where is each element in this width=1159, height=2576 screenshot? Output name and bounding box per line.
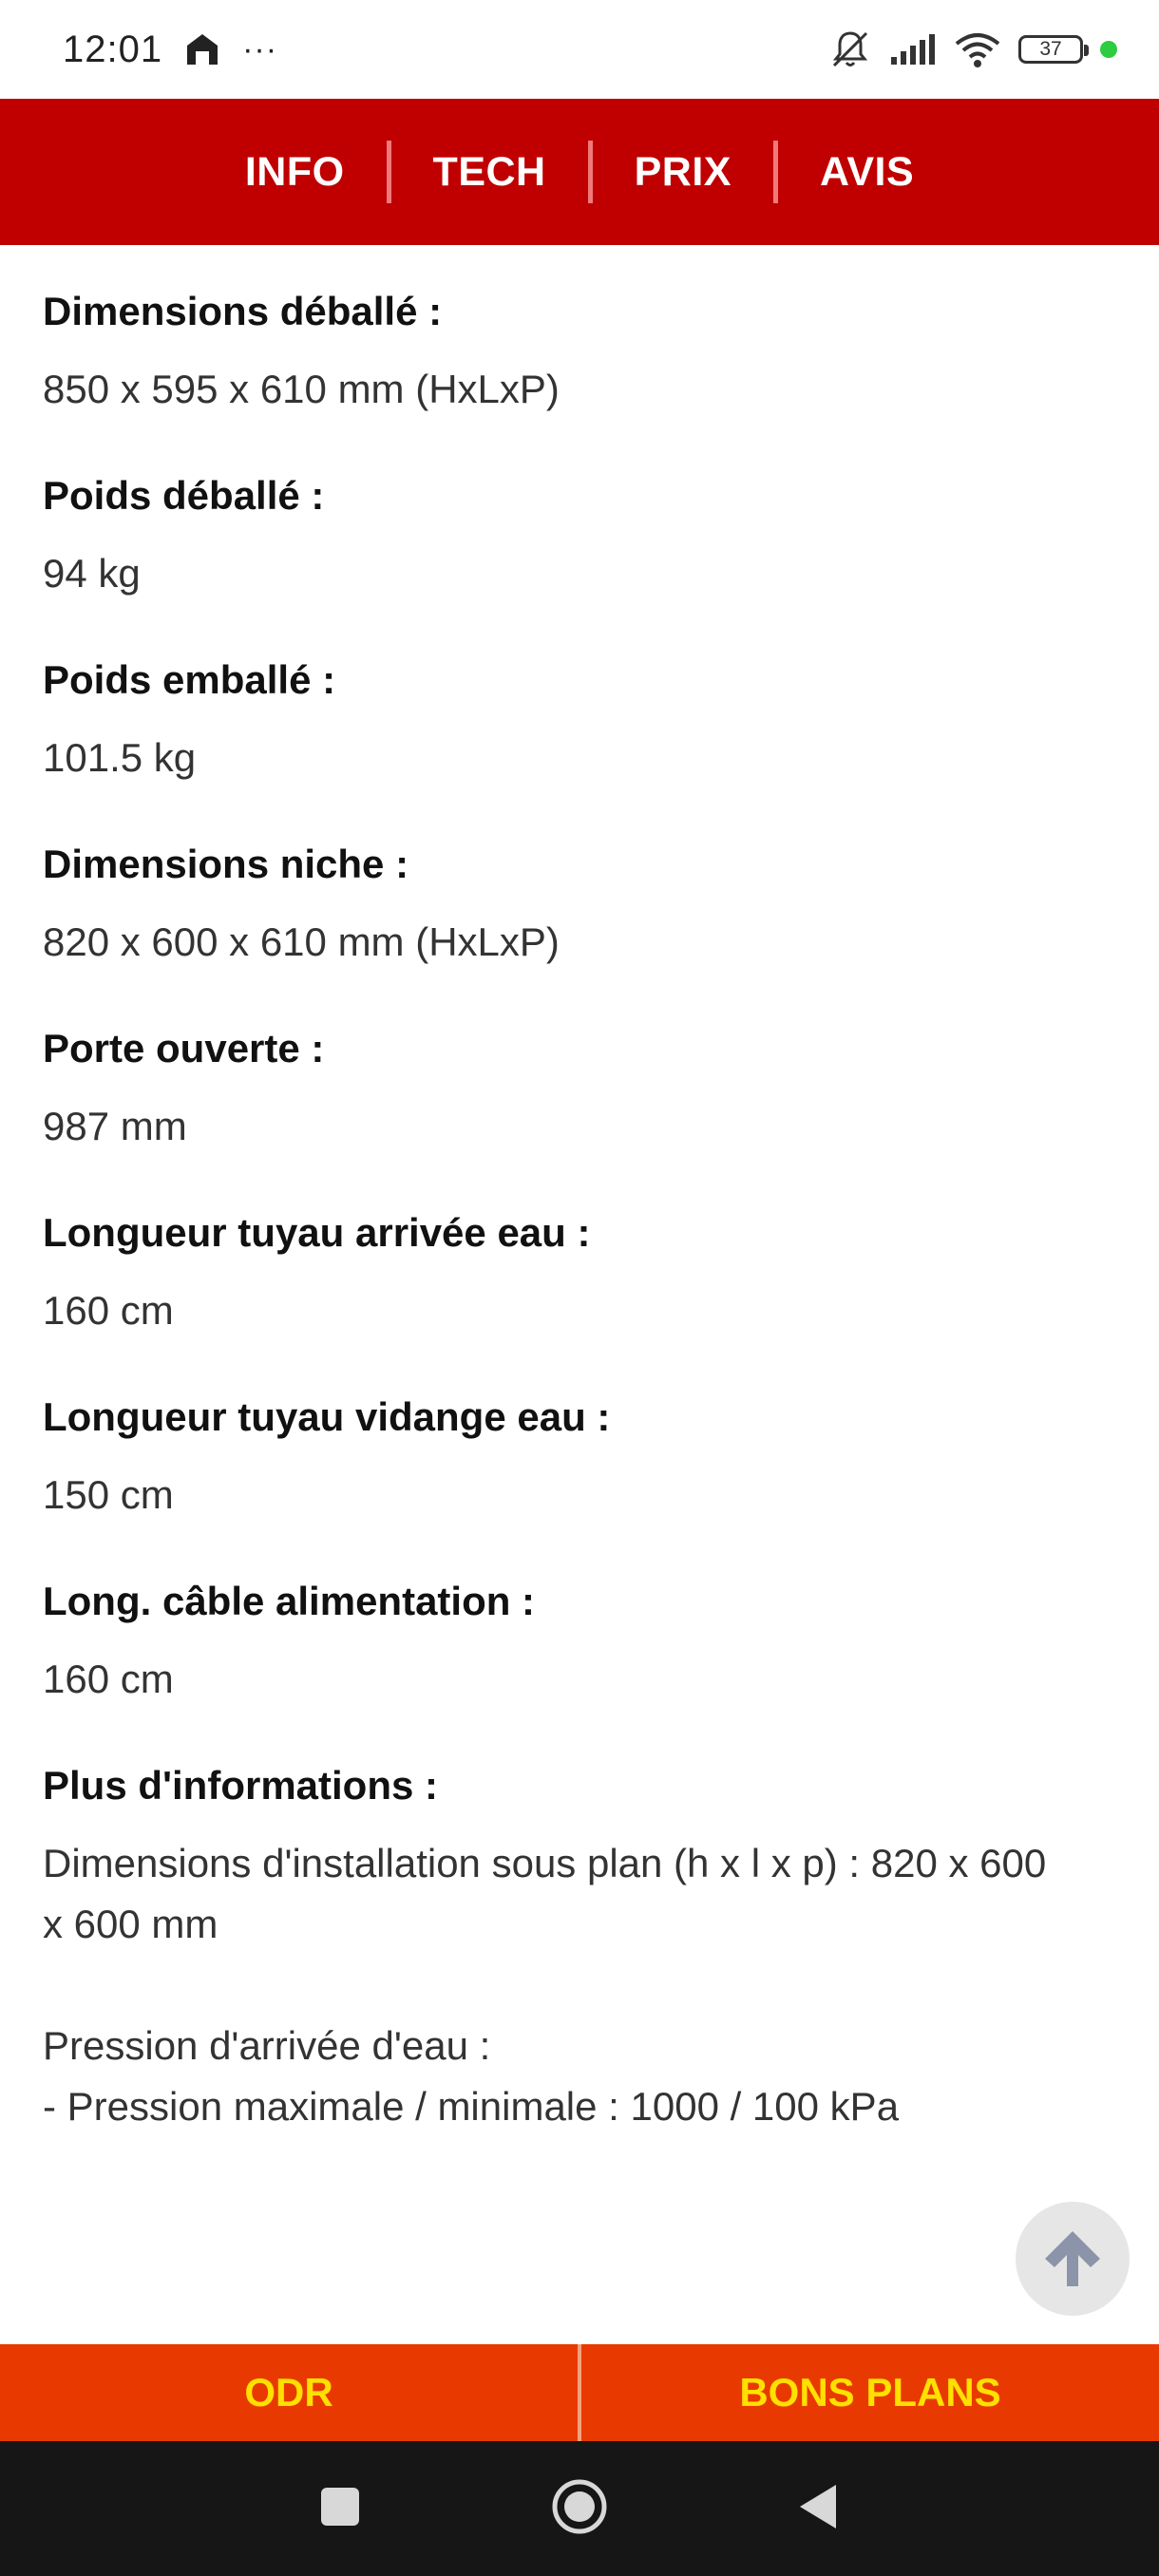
more-info-line: - Pression maximale / minimale : 1000 / … bbox=[43, 2084, 900, 2129]
spec-item: Dimensions déballé : 850 x 595 x 610 mm … bbox=[43, 245, 1116, 420]
wifi-icon bbox=[954, 30, 1001, 68]
spec-item: Poids déballé : 94 kg bbox=[43, 420, 1116, 604]
spec-label: Poids déballé : bbox=[43, 473, 325, 518]
mute-icon bbox=[828, 28, 872, 71]
status-time: 12:01 bbox=[63, 28, 163, 70]
bons-plans-button[interactable]: BONS PLANS bbox=[581, 2344, 1159, 2441]
spec-label: Porte ouverte : bbox=[43, 1026, 325, 1070]
spec-value: 94 kg bbox=[43, 551, 141, 596]
tab-prix[interactable]: PRIX bbox=[593, 149, 773, 196]
bottom-action-bar: ODR BONS PLANS bbox=[0, 2344, 1159, 2441]
status-right: 37 bbox=[828, 28, 1117, 71]
signal-icon bbox=[889, 32, 937, 66]
home-icon bbox=[183, 30, 221, 68]
battery-icon: 37 bbox=[1018, 35, 1089, 64]
spec-value: 987 mm bbox=[43, 1104, 187, 1148]
tab-tech[interactable]: TECH bbox=[391, 149, 588, 196]
recents-icon[interactable] bbox=[319, 2486, 361, 2532]
spec-item: Longueur tuyau vidange eau : 150 cm bbox=[43, 1341, 1116, 1525]
spec-value: 850 x 595 x 610 mm (HxLxP) bbox=[43, 367, 560, 411]
status-dot-icon bbox=[1100, 41, 1117, 58]
spec-label: Dimensions déballé : bbox=[43, 289, 443, 333]
spec-item: Longueur tuyau arrivée eau : 160 cm bbox=[43, 1157, 1116, 1341]
arrow-up-icon bbox=[1045, 2231, 1100, 2286]
spec-label: Poids emballé : bbox=[43, 657, 336, 702]
system-nav-bar bbox=[0, 2441, 1159, 2576]
spec-item: Poids emballé : 101.5 kg bbox=[43, 604, 1116, 788]
scroll-to-top-button[interactable] bbox=[1016, 2202, 1130, 2316]
spec-value: 150 cm bbox=[43, 1472, 174, 1517]
more-icon: ··· bbox=[242, 30, 278, 67]
more-info-line: Dimensions d'installation sous plan (h x… bbox=[43, 1841, 1047, 1946]
tab-avis[interactable]: AVIS bbox=[778, 149, 956, 196]
spec-value: 160 cm bbox=[43, 1657, 174, 1701]
status-left: 12:01 ··· bbox=[63, 28, 277, 71]
tab-bar: INFO TECH PRIX AVIS bbox=[0, 99, 1159, 245]
spec-value: 101.5 kg bbox=[43, 735, 197, 780]
odr-button[interactable]: ODR bbox=[0, 2344, 578, 2441]
more-info: Plus d'informations : Dimensions d'insta… bbox=[43, 1710, 1116, 2137]
status-bar: 12:01 ··· 37 bbox=[0, 0, 1159, 99]
spec-item: Dimensions niche : 820 x 600 x 610 mm (H… bbox=[43, 788, 1116, 973]
spec-value: 820 x 600 x 610 mm (HxLxP) bbox=[43, 919, 560, 964]
spec-label: Longueur tuyau arrivée eau : bbox=[43, 1210, 591, 1255]
spec-item: Porte ouverte : 987 mm bbox=[43, 973, 1116, 1157]
back-icon[interactable] bbox=[798, 2483, 840, 2535]
home-button-icon[interactable] bbox=[551, 2478, 608, 2540]
more-info-label: Plus d'informations : bbox=[43, 1763, 439, 1808]
more-info-line: Pression d'arrivée d'eau : bbox=[43, 2023, 491, 2068]
spec-item: Long. câble alimentation : 160 cm bbox=[43, 1525, 1116, 1710]
spec-label: Dimensions niche : bbox=[43, 842, 409, 886]
spec-label: Long. câble alimentation : bbox=[43, 1579, 536, 1623]
spec-label: Longueur tuyau vidange eau : bbox=[43, 1394, 611, 1439]
tab-info[interactable]: INFO bbox=[203, 149, 387, 196]
spec-value: 160 cm bbox=[43, 1288, 174, 1333]
spec-list: Dimensions déballé : 850 x 595 x 610 mm … bbox=[43, 245, 1116, 2137]
